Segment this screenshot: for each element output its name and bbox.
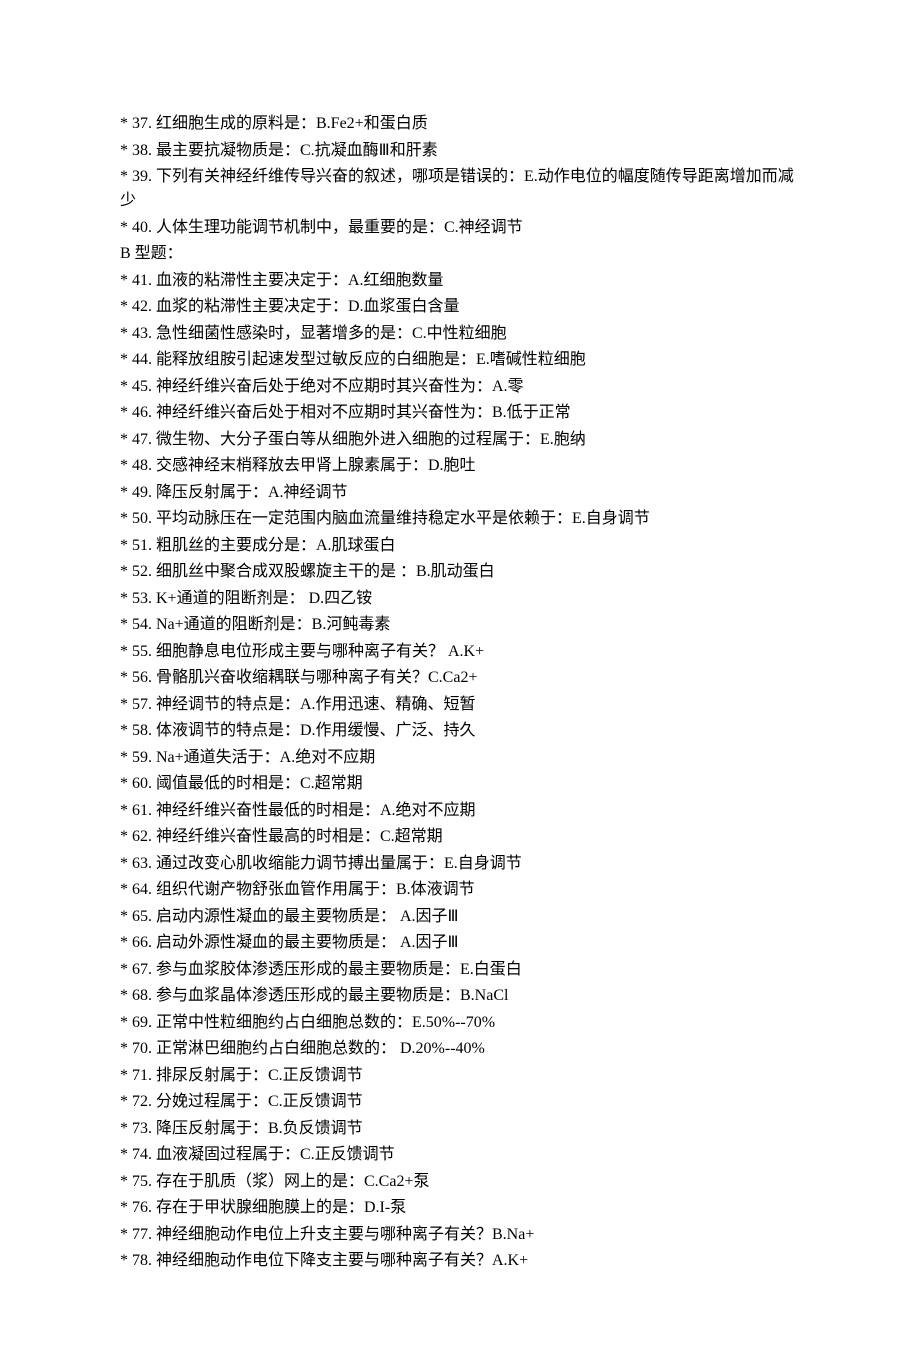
text-line: * 74. 血液凝固过程属于：C.正反馈调节 [120, 1143, 800, 1167]
text-line: * 58. 体液调节的特点是：D.作用缓慢、广泛、持久 [120, 719, 800, 743]
text-line: * 59. Na+通道失活于：A.绝对不应期 [120, 746, 800, 770]
text-line: * 56. 骨骼肌兴奋收缩耦联与哪种离子有关？C.Ca2+ [120, 666, 800, 690]
text-line: * 76. 存在于甲状腺细胞膜上的是：D.I-泵 [120, 1196, 800, 1220]
text-line: * 55. 细胞静息电位形成主要与哪种离子有关？ A.K+ [120, 640, 800, 664]
text-line: * 77. 神经细胞动作电位上升支主要与哪种离子有关？B.Na+ [120, 1223, 800, 1247]
text-line: * 65. 启动内源性凝血的最主要物质是： A.因子Ⅲ [120, 905, 800, 929]
text-line: * 69. 正常中性粒细胞约占白细胞总数的：E.50%--70% [120, 1011, 800, 1035]
text-line: * 70. 正常淋巴细胞约占白细胞总数的： D.20%--40% [120, 1037, 800, 1061]
text-line: * 62. 神经纤维兴奋性最高的时相是：C.超常期 [120, 825, 800, 849]
text-line: * 52. 细肌丝中聚合成双股螺旋主干的是 ：B.肌动蛋白 [120, 560, 800, 584]
text-line: * 78. 神经细胞动作电位下降支主要与哪种离子有关？A.K+ [120, 1249, 800, 1273]
text-line: * 46. 神经纤维兴奋后处于相对不应期时其兴奋性为：B.低于正常 [120, 401, 800, 425]
text-line: * 64. 组织代谢产物舒张血管作用属于：B.体液调节 [120, 878, 800, 902]
text-line: * 39. 下列有关神经纤维传导兴奋的叙述，哪项是错误的：E.动作电位的幅度随传… [120, 165, 800, 213]
text-line: * 60. 阈值最低的时相是：C.超常期 [120, 772, 800, 796]
text-line: * 75. 存在于肌质（浆）网上的是：C.Ca2+泵 [120, 1170, 800, 1194]
text-line: * 48. 交感神经末梢释放去甲肾上腺素属于：D.胞吐 [120, 454, 800, 478]
text-line: * 43. 急性细菌性感染时，显著增多的是：C.中性粒细胞 [120, 322, 800, 346]
document-page: * 37. 红细胞生成的原料是：B.Fe2+和蛋白质 * 38. 最主要抗凝物质是… [0, 0, 920, 1356]
text-line: * 73. 降压反射属于：B.负反馈调节 [120, 1117, 800, 1141]
text-line: * 44. 能释放组胺引起速发型过敏反应的白细胞是：E.嗜碱性粒细胞 [120, 348, 800, 372]
text-line: * 63. 通过改变心肌收缩能力调节搏出量属于：E.自身调节 [120, 852, 800, 876]
text-line: * 57. 神经调节的特点是：A.作用迅速、精确、短暂 [120, 693, 800, 717]
document-body: * 37. 红细胞生成的原料是：B.Fe2+和蛋白质 * 38. 最主要抗凝物质是… [120, 112, 800, 1273]
text-line: * 45. 神经纤维兴奋后处于绝对不应期时其兴奋性为：A.零 [120, 375, 800, 399]
text-line: * 67. 参与血浆胶体渗透压形成的最主要物质是：E.白蛋白 [120, 958, 800, 982]
text-line: * 53. K+通道的阻断剂是： D.四乙铵 [120, 587, 800, 611]
text-line: * 51. 粗肌丝的主要成分是：A.肌球蛋白 [120, 534, 800, 558]
text-line: * 40. 人体生理功能调节机制中，最重要的是：C.神经调节 [120, 216, 800, 240]
text-line: * 50. 平均动脉压在一定范围内脑血流量维持稳定水平是依赖于：E.自身调节 [120, 507, 800, 531]
text-line: * 66. 启动外源性凝血的最主要物质是： A.因子Ⅲ [120, 931, 800, 955]
text-line: * 42. 血浆的粘滞性主要决定于：D.血浆蛋白含量 [120, 295, 800, 319]
text-line: * 72. 分娩过程属于：C.正反馈调节 [120, 1090, 800, 1114]
text-line: * 41. 血液的粘滞性主要决定于：A.红细胞数量 [120, 269, 800, 293]
text-line: * 47. 微生物、大分子蛋白等从细胞外进入细胞的过程属于：E.胞纳 [120, 428, 800, 452]
text-line: * 68. 参与血浆晶体渗透压形成的最主要物质是：B.NaCl [120, 984, 800, 1008]
text-line: * 37. 红细胞生成的原料是：B.Fe2+和蛋白质 [120, 112, 800, 136]
text-line: * 49. 降压反射属于：A.神经调节 [120, 481, 800, 505]
text-line: * 71. 排尿反射属于：C.正反馈调节 [120, 1064, 800, 1088]
text-line: * 38. 最主要抗凝物质是：C.抗凝血酶Ⅲ和肝素 [120, 139, 800, 163]
text-line: B 型题： [120, 242, 800, 266]
text-line: * 54. Na+通道的阻断剂是：B.河鲀毒素 [120, 613, 800, 637]
text-line: * 61. 神经纤维兴奋性最低的时相是：A.绝对不应期 [120, 799, 800, 823]
